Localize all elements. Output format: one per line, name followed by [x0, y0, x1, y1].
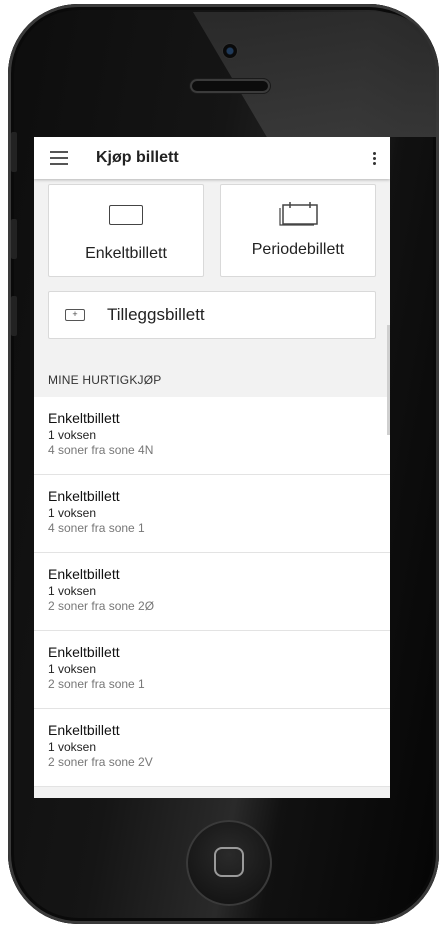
addon-ticket-icon: + [65, 309, 85, 321]
speaker-grille [190, 79, 270, 93]
home-button[interactable] [186, 820, 272, 906]
single-ticket-label: Enkeltbillett [85, 245, 167, 262]
list-item[interactable]: Enkeltbillett 1 voksen 4 soner fra sone … [34, 475, 390, 553]
list-item-passenger: 1 voksen [48, 506, 97, 520]
addon-ticket-label: Tilleggsbillett [107, 305, 205, 324]
volume-up-button [11, 219, 17, 259]
app-screen: Kjøp billett Enkeltbillett Periodebillet… [34, 137, 390, 798]
app-bar: Kjøp billett [34, 137, 390, 179]
ticket-type-row: Enkeltbillett Periodebillett [34, 179, 390, 277]
single-ticket-button[interactable]: Enkeltbillett [48, 184, 204, 277]
volume-down-button [11, 296, 17, 336]
period-ticket-label: Periodebillett [251, 241, 345, 258]
mute-switch [11, 132, 17, 172]
list-item-zones: 2 soner fra sone 1 [48, 677, 145, 691]
quick-buys-header: MINE HURTIGKJØP [48, 373, 162, 387]
list-item-title: Enkeltbillett [48, 644, 120, 660]
single-ticket-icon [109, 205, 143, 225]
list-item-passenger: 1 voksen [48, 740, 97, 754]
addon-ticket-button[interactable]: + Tilleggsbillett [48, 291, 376, 339]
camera-icon [223, 44, 237, 58]
period-ticket-button[interactable]: Periodebillett [220, 184, 376, 277]
list-item[interactable]: Enkeltbillett 1 voksen 2 soner fra sone … [34, 709, 390, 787]
more-vert-icon[interactable] [373, 151, 376, 165]
page-title: Kjøp billett [96, 149, 179, 166]
list-item[interactable]: Enkeltbillett 1 voksen 4 soner fra sone … [34, 397, 390, 475]
list-item-zones: 4 soner fra sone 1 [48, 521, 145, 535]
list-item-zones: 2 soner fra sone 2V [48, 755, 153, 769]
list-item-title: Enkeltbillett [48, 722, 120, 738]
hamburger-icon[interactable] [50, 151, 68, 165]
scrollbar[interactable] [387, 325, 390, 435]
list-item-passenger: 1 voksen [48, 662, 97, 676]
list-item-title: Enkeltbillett [48, 488, 120, 504]
list-item-zones: 2 soner fra sone 2Ø [48, 599, 155, 613]
list-item-title: Enkeltbillett [48, 410, 120, 426]
quick-buys-list: Enkeltbillett 1 voksen 4 soner fra sone … [34, 397, 390, 787]
list-item[interactable]: Enkeltbillett 1 voksen 2 soner fra sone … [34, 631, 390, 709]
list-item[interactable]: Enkeltbillett 1 voksen 2 soner fra sone … [34, 553, 390, 631]
list-item-passenger: 1 voksen [48, 428, 97, 442]
list-item-zones: 4 soner fra sone 4N [48, 443, 154, 457]
period-ticket-icon [279, 202, 318, 226]
list-item-passenger: 1 voksen [48, 584, 97, 598]
list-item-title: Enkeltbillett [48, 566, 120, 582]
home-square-icon [214, 847, 244, 877]
